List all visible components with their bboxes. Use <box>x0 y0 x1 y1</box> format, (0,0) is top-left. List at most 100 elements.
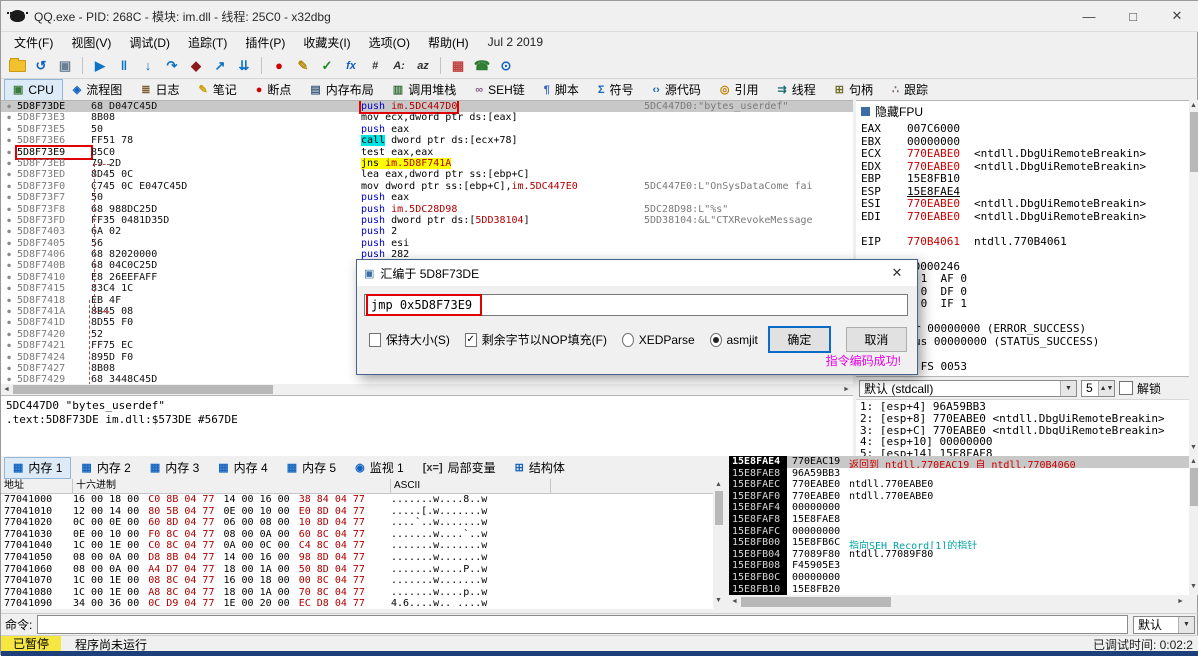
register-value[interactable]: 770EABE0 <box>907 160 960 173</box>
stack-row[interactable]: 15E8FB0C 00000000 <box>729 571 1189 584</box>
dump-row[interactable]: 77041000 16 00 18 00 C0 8B 04 77 14 00 16 0… <box>1 494 713 506</box>
tab-references[interactable]: ◎ 引用 <box>711 79 768 101</box>
compare-icon[interactable]: ✓ <box>316 56 338 76</box>
disasm-row[interactable]: ● 5D8F73F8 68 988DC25D push im.5DC28D98 5DC2… <box>1 204 853 215</box>
disasm-row[interactable]: ● 5D8F73F0 C745 0C E047C45D mov dword ptr s… <box>1 181 853 192</box>
run-icon[interactable]: ▶ <box>89 56 111 76</box>
call-arg-line[interactable]: 2: [esp+8] 770EABE0 <ntdll.DbgUiRemoteBr… <box>856 412 1189 424</box>
register-eip[interactable]: EIP 770B4061 ntdll.770B4061 <box>856 235 1189 248</box>
trace-icon[interactable]: ⇊ <box>233 56 255 76</box>
call-arg-line[interactable]: 3: [esp+C] 770EABE0 <ntdll.DbgUiRemoteBr… <box>856 424 1189 436</box>
tab-memory-4[interactable]: ▦ 内存 4 <box>209 457 276 479</box>
disasm-row[interactable]: ● 5D8F73FD FF35 0481D35D push dword ptr ds:… <box>1 215 853 226</box>
cancel-button[interactable]: 取消 <box>845 327 907 352</box>
tab-struct[interactable]: ⊞ 结构体 <box>506 457 574 479</box>
stack-row[interactable]: 15E8FAF8 15E8FAE8 <box>729 513 1189 526</box>
tab-memory-map[interactable]: ▤ 内存布局 <box>301 79 382 101</box>
menu-item[interactable]: 插件(P) <box>236 32 294 53</box>
call-arg-line[interactable]: 4: [esp+10] 00000000 <box>856 435 1189 447</box>
phone-icon[interactable]: ☎ <box>471 56 493 76</box>
breakpoint-dot[interactable]: ● <box>1 363 17 374</box>
breakpoint-dot[interactable]: ● <box>1 147 17 158</box>
arg-count-stepper[interactable]: 5 ▲▼ <box>1081 379 1115 397</box>
stack-vscrollbar[interactable]: ▲ ▼ <box>1189 456 1198 595</box>
breakpoint-dot[interactable]: ● <box>1 158 17 169</box>
tab-call-stack[interactable]: ▥ 调用堆栈 <box>384 79 465 101</box>
tab-symbols[interactable]: Σ 符号 <box>589 79 643 101</box>
close-icon[interactable]: ▣ <box>54 56 76 76</box>
tab-notes[interactable]: ✎ 笔记 <box>189 79 245 101</box>
stack-row[interactable]: 15E8FB08 F45905E3 <box>729 560 1189 572</box>
tab-memory-5[interactable]: ▦ 内存 5 <box>278 457 345 479</box>
stack-row[interactable]: 15E8FB04 77089F80 ntdll.77089F80 <box>729 548 1189 561</box>
register-value[interactable]: 770EABE0 <box>907 197 960 210</box>
tab-watch-1[interactable]: ◉ 监视 1 <box>346 457 413 479</box>
tab-cpu[interactable]: ▣ CPU <box>4 78 63 101</box>
disasm-row[interactable]: ● 5D8F73DE 68 D047C45D push im.5DC447D0 5DC4… <box>1 101 853 114</box>
fx-icon[interactable]: fx <box>340 56 362 76</box>
tab-trace[interactable]: ∴ 跟踪 <box>883 79 937 101</box>
disasm-row[interactable]: ● 5D8F7405 56 push esi <box>1 238 853 249</box>
dialog-close-icon[interactable]: ✕ <box>877 260 917 286</box>
step-out-icon[interactable]: ↗ <box>209 56 231 76</box>
nop-fill-checkbox[interactable]: ✓ <box>464 332 477 347</box>
stack-row[interactable]: 15E8FAF0 770EABE0 ntdll.770EABE0 <box>729 490 1189 503</box>
breakpoint-dot[interactable]: ● <box>1 352 17 363</box>
register-esp[interactable]: ESP 15E8FAE4 <box>856 185 1189 198</box>
settings-icon[interactable]: ⊙ <box>495 56 517 76</box>
breakpoint-dot[interactable]: ● <box>1 192 17 203</box>
menu-item[interactable]: 帮助(H) <box>419 32 478 53</box>
stack-row[interactable]: 15E8FAEC 770EABE0 ntdll.770EABE0 <box>729 479 1189 491</box>
stack-row[interactable]: 15E8FAE4 770EAC19 返回到 ntdll.770EAC19 自 ntd… <box>729 456 1189 468</box>
breakpoint-dot[interactable]: ● <box>1 204 17 215</box>
breakpoint-dot[interactable]: ● <box>1 329 17 340</box>
menu-item[interactable]: 调试(D) <box>120 32 179 53</box>
stack-hscrollbar[interactable]: ◄ ► <box>729 595 1189 609</box>
dump-row[interactable]: 77041020 0C 00 0E 00 60 8D 04 77 06 00 08 0… <box>1 517 713 529</box>
register-ebx[interactable]: EBX 00000000 <box>856 135 1189 148</box>
breakpoint-icon[interactable]: ● <box>268 56 290 76</box>
disasm-row[interactable]: ● 5D8F7403 6A 02 push 2 <box>1 226 853 237</box>
dump-row[interactable]: 77041080 1C 00 1E 00 A8 8C 04 77 18 00 1A 0… <box>1 587 713 599</box>
tab-locals[interactable]: [x=] 局部变量 <box>414 457 505 479</box>
assemble-instruction-input[interactable]: jmp 0x5D8F73E9 <box>364 294 908 316</box>
register-value[interactable]: 15E8FB10 <box>907 172 960 185</box>
menu-item[interactable]: 追踪(T) <box>179 32 236 53</box>
register-eax[interactable]: EAX 007C6000 <box>856 122 1189 135</box>
stack-row[interactable]: 15E8FB00 15E8FB6C 指向SEH_Record[1]的指针 <box>729 537 1189 549</box>
disasm-row[interactable]: ● 5D8F73EB 79 2D jns im.5D8F741A <box>1 157 853 169</box>
assemble-dialog-titlebar[interactable]: ▣ 汇编于 5D8F73DE ✕ <box>357 260 917 286</box>
menu-item[interactable]: 收藏夹(I) <box>294 32 359 53</box>
breakpoint-dot[interactable]: ● <box>1 226 17 237</box>
disasm-row[interactable]: ● 5D8F73ED 8D45 0C lea eax,dword ptr ss:[eb… <box>1 169 853 180</box>
breakpoint-dot[interactable]: ● <box>1 317 17 328</box>
unlock-checkbox[interactable] <box>1119 381 1133 395</box>
hide-fpu-button[interactable]: 隐藏FPU <box>856 101 1189 122</box>
dump-row[interactable]: 77041060 08 00 0A 00 A4 D7 04 77 18 00 1A 0… <box>1 564 713 576</box>
step-over-icon[interactable]: ↷ <box>161 56 183 76</box>
breakpoint-dot[interactable]: ● <box>1 283 17 294</box>
command-input[interactable] <box>37 615 1128 634</box>
tab-seh[interactable]: ∞ SEH链 <box>466 79 534 101</box>
xedparse-radio[interactable] <box>621 332 634 347</box>
dump-row[interactable]: 77041030 0E 00 10 00 F0 8C 04 77 08 00 0A 0… <box>1 529 713 541</box>
breakpoint-dot[interactable]: ● <box>1 238 17 249</box>
breakpoint-dot[interactable]: ● <box>1 306 17 317</box>
breakpoint-dot[interactable]: ● <box>1 215 17 226</box>
breakpoint-dot[interactable]: ● <box>1 169 17 180</box>
breakpoint-dot[interactable]: ● <box>1 124 17 135</box>
menu-item[interactable]: 视图(V) <box>62 32 120 53</box>
register-value[interactable]: 007C6000 <box>907 122 960 135</box>
tab-memory-2[interactable]: ▦ 内存 2 <box>72 457 139 479</box>
breakpoint-dot[interactable]: ● <box>1 295 17 306</box>
open-file-icon[interactable] <box>6 56 28 76</box>
breakpoint-dot[interactable]: ● <box>1 340 17 351</box>
registers-scrollbar[interactable]: ▲ ▼ <box>1189 100 1198 456</box>
tab-memory-1[interactable]: ▦ 内存 1 <box>4 456 72 479</box>
breakpoint-dot[interactable]: ● <box>1 112 17 123</box>
tab-threads[interactable]: ⇉ 线程 <box>768 79 824 101</box>
animate-icon[interactable]: ◆ <box>185 56 207 76</box>
breakpoint-dot[interactable]: ● <box>1 135 17 146</box>
pause-icon[interactable]: ‖ <box>113 56 135 76</box>
register-value[interactable]: 770B4061 <box>907 235 960 248</box>
